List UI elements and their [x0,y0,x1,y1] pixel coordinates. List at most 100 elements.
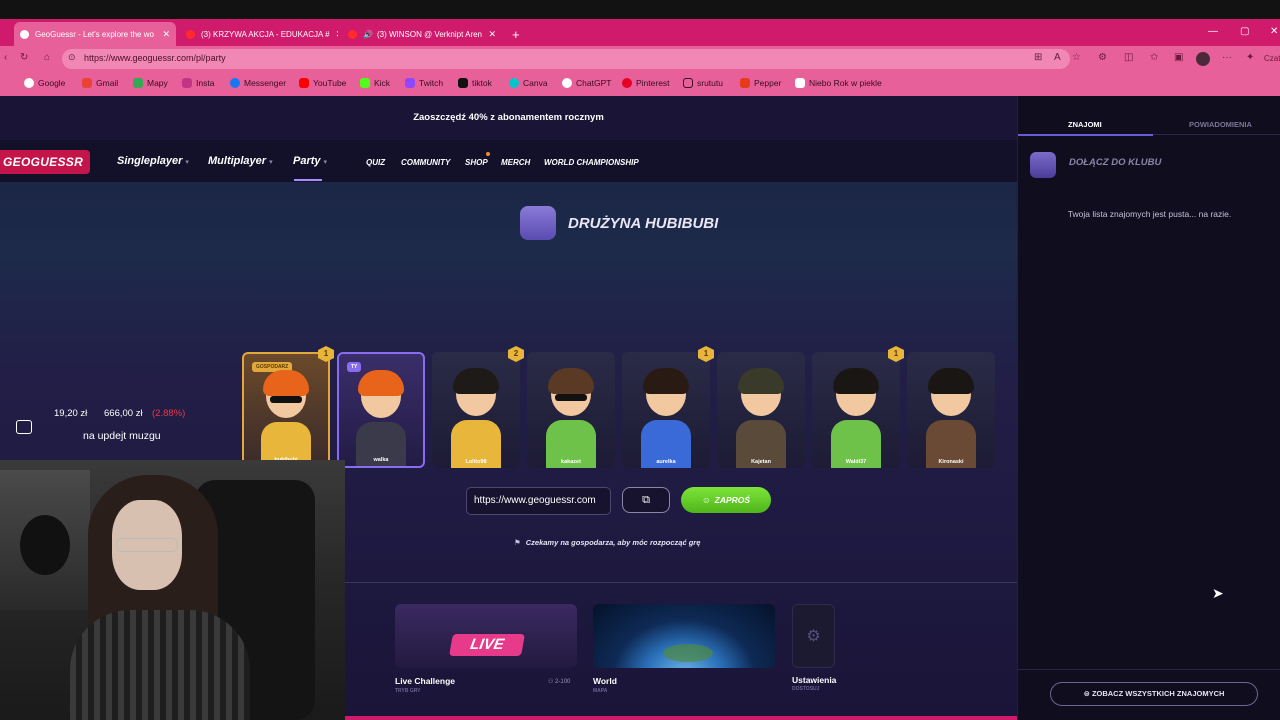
settings-subtitle: DOSTOSUJ [792,686,820,692]
tab-geoguessr[interactable]: GeoGuessr - Let's explore the wo ✕ [14,22,176,46]
nav-shop[interactable]: SHOP [465,158,488,167]
bookmark-tiktok[interactable]: tiktok [458,78,492,88]
avatar-hair [928,368,974,394]
you-tag: TY [347,362,362,372]
bookmark-insta[interactable]: Insta [182,78,214,88]
bookmark-srututu[interactable]: srututu [683,78,723,88]
tab-notifications[interactable]: POWIADOMIENIA [1189,120,1252,129]
bookmark-chatgpt[interactable]: ChatGPT [562,78,611,88]
see-all-friends-button[interactable]: ⊜ ZOBACZ WSZYSTKICH ZNAJOMYCH [1050,682,1258,706]
copilot-icon[interactable]: ✦ [1246,52,1254,63]
bookmark-gmail[interactable]: Gmail [82,78,118,88]
invite-url-field[interactable]: https://www.geoguessr.com [466,487,611,515]
streamer-glasses [116,538,178,552]
map-card[interactable] [593,604,775,668]
copy-link-button[interactable]: ⧉ [622,487,670,513]
collections-icon[interactable]: ▣ [1174,52,1183,63]
apps-icon[interactable]: ⊞ [1034,52,1042,63]
bookmark-pinterest[interactable]: Pinterest [622,78,670,88]
player-name: Waldi37 [845,459,867,465]
promo-banner[interactable]: Zaoszczędź 40% z abonamentem rocznym [0,96,1017,140]
join-club-button[interactable]: DOŁĄCZ DO KLUBU [1069,157,1161,168]
bookmark-twitch[interactable]: Twitch [405,78,443,88]
friends-icon: ⊜ [1083,689,1092,698]
bookmark-maps[interactable]: Mapy [133,78,168,88]
read-aloud-icon[interactable]: A [1054,52,1061,63]
url-input[interactable]: ⊙ https://www.geoguessr.com/pl/party [62,49,1070,69]
main-nav: GEOGUESSR Singleplayer ▾ Multiplayer ▾ Par… [0,140,1017,182]
donation-goal-overlay: 19,20 zł 666,00 zł (2.88%) na updejt muz… [0,400,240,460]
split-icon[interactable]: ◫ [1124,52,1133,63]
profile-avatar[interactable] [1196,52,1210,66]
bookmark-pepper[interactable]: Pepper [740,78,781,88]
bookmarks-bar: Google Gmail Mapy Insta Messenger YouTub… [0,72,1280,96]
chevron-down-icon: ▾ [185,159,189,166]
bookmark-kick[interactable]: Kick [360,78,390,88]
bookmark-youtube[interactable]: YouTube [299,78,346,88]
close-window-icon[interactable]: ✕ [1270,26,1278,37]
tab-youtube-1[interactable]: (3) KRZYWA AKCJA - EDUKACJA # ✕ [180,22,338,46]
canva-icon [509,78,519,88]
geoguessr-favicon-icon [20,29,29,39]
maximize-icon[interactable]: ▢ [1240,26,1249,37]
nav-singleplayer[interactable]: Singleplayer ▾ [117,155,189,167]
waiting-message: ⚑ Czekamy na gospodarza, aby móc rozpoczą… [514,538,701,547]
bookmark-messenger[interactable]: Messenger [230,78,286,88]
player-name: kakazet [561,459,581,465]
player-card[interactable]: aurelka [622,352,710,468]
nav-party[interactable]: Party ▾ [293,155,327,167]
player-range: ⚇ 2-100 [548,679,571,685]
more-icon[interactable]: ··· [1222,52,1232,63]
player-card[interactable]: Waldi37 [812,352,900,468]
back-icon[interactable]: ‹ [4,52,7,63]
favorite-icon[interactable]: ☆ [1072,52,1081,63]
nav-multiplayer[interactable]: Multiplayer ▾ [208,155,273,167]
tab-friends[interactable]: ZNAJOMI [1068,120,1102,129]
bookmark-canva[interactable]: Canva [509,78,548,88]
nav-world-championship[interactable]: WORLD CHAMPIONSHIP [544,158,639,167]
bookmark-google[interactable]: Google [24,78,65,88]
player-avatar [637,368,695,468]
extensions-icon[interactable]: ⚙ [1098,52,1107,63]
active-nav-indicator [294,179,322,181]
live-badge: LIVE [449,634,525,656]
settings-card[interactable]: ⚙ [792,604,835,668]
map-title: World [593,676,617,686]
player-name: walka [373,457,389,463]
nav-quiz[interactable]: QUIZ [366,158,385,167]
refresh-icon[interactable]: ↻ [20,52,28,63]
site-info-icon[interactable]: ⊙ [68,52,76,63]
new-tab-button[interactable]: + [506,22,526,46]
google-icon [24,78,34,88]
minimize-icon[interactable]: — [1208,26,1218,37]
geoguessr-logo[interactable]: GEOGUESSR [0,150,90,174]
close-tab-icon[interactable]: ✕ [482,29,496,40]
youtube-favicon-icon [348,29,357,39]
nav-merch[interactable]: MERCH [501,158,530,167]
copy-icon: ⧉ [642,494,650,506]
player-card[interactable]: kakazet [527,352,615,468]
game-mode-title: Live Challenge [395,676,455,686]
add-user-icon: ☺ [701,495,711,505]
player-avatar [257,370,315,466]
bookmark-niebo[interactable]: Niebo Rok w piekle [795,78,882,88]
club-icon [1030,152,1056,178]
close-tab-icon[interactable]: ✕ [156,29,170,40]
nav-community[interactable]: COMMUNITY [401,158,450,167]
player-avatar [352,370,410,466]
player-card[interactable]: GOSPODARZhubibubi [242,352,330,468]
game-mode-card[interactable]: LIVE [395,604,577,668]
tab-title: (3) WINSON @ Verknipt Aren [376,29,483,39]
player-card[interactable]: Kajetan [717,352,805,468]
speaker-icon[interactable]: 🔊 [363,30,373,39]
home-icon[interactable]: ⌂ [44,52,50,63]
plush-toy [20,515,70,575]
player-card[interactable]: Kironaski [907,352,995,468]
invite-button[interactable]: ☺ ZAPROŚ [681,487,771,513]
player-card[interactable]: TY walka [337,352,425,468]
tab-youtube-2[interactable]: 🔊 (3) WINSON @ Verknipt Aren ✕ [342,22,502,46]
player-card[interactable]: Lolito98 [432,352,520,468]
copilot-label[interactable]: Czat [1264,54,1280,63]
close-tab-icon[interactable]: ✕ [330,29,338,40]
favorites-bar-icon[interactable]: ✩ [1150,52,1158,63]
